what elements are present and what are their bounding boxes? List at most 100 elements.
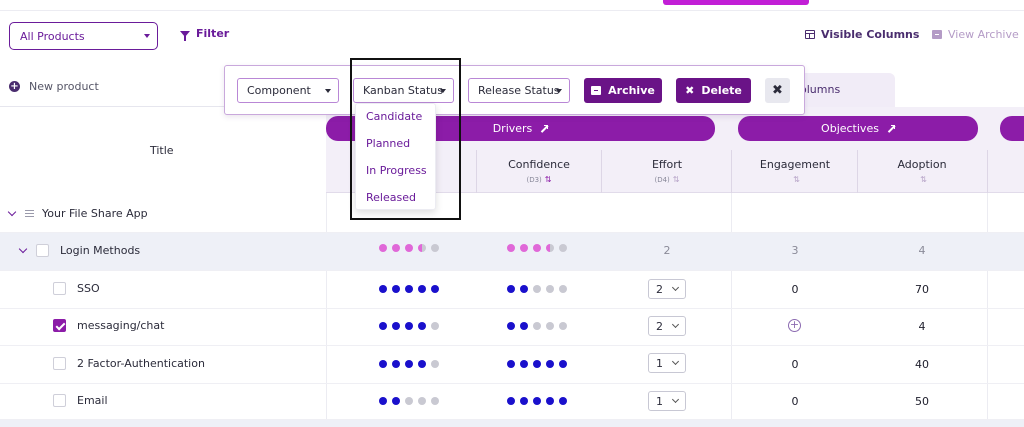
rating-dot — [431, 285, 439, 293]
effort-stepper-value: 1 — [656, 356, 663, 370]
rating-dot — [431, 360, 439, 368]
rating-dot — [507, 397, 515, 405]
sort-icon: ⇅ — [793, 175, 800, 184]
column-separator — [987, 150, 988, 193]
rating-dot — [431, 397, 439, 405]
effort-stepper[interactable]: 2 — [648, 279, 686, 299]
rating-dot — [546, 322, 554, 330]
title-column-header: Title — [150, 144, 174, 157]
chevron-down-icon — [671, 357, 680, 366]
expand-icon[interactable] — [887, 124, 895, 133]
effort-column-code[interactable]: (D4) ⇅ — [617, 175, 717, 184]
table-row[interactable]: Your File Share App — [7, 207, 148, 220]
chevron-down-icon[interactable] — [7, 207, 17, 217]
effort-column-header[interactable]: Effort — [617, 158, 717, 171]
chevron-down-icon — [144, 34, 150, 38]
filter-label: Filter — [196, 27, 230, 40]
component-select[interactable]: Component — [237, 78, 339, 103]
column-divider — [987, 193, 988, 427]
chevron-down-icon — [671, 395, 680, 404]
engagement-sort[interactable]: ⇅ — [745, 175, 845, 184]
rating-dot — [533, 244, 541, 252]
close-toolbar-button[interactable]: ✖ — [765, 78, 790, 103]
archive-button-label: Archive — [608, 84, 655, 97]
column-separator — [476, 150, 477, 193]
row-divider — [0, 345, 1024, 346]
product-select[interactable]: All Products — [9, 22, 158, 50]
chevron-down-icon[interactable] — [18, 244, 28, 254]
filter-icon — [180, 30, 190, 41]
rating-dot — [392, 285, 400, 293]
confidence-rating — [507, 285, 567, 293]
row-checkbox[interactable] — [53, 319, 66, 332]
view-archive-button[interactable]: View Archive — [932, 28, 1019, 41]
add-engagement-icon[interactable]: + — [788, 319, 801, 332]
expand-icon[interactable] — [540, 124, 549, 133]
engagement-value: 0 — [791, 395, 799, 408]
effort-stepper-value: 2 — [656, 282, 663, 296]
objectives-group-header[interactable]: Objectives — [738, 116, 978, 141]
rating-dot — [546, 360, 554, 368]
confidence-rating — [507, 397, 567, 405]
rating-dot — [392, 322, 400, 330]
effort-stepper[interactable]: 1 — [648, 391, 686, 411]
row-checkbox[interactable] — [36, 244, 49, 257]
column-divider — [326, 193, 327, 427]
rating-dot — [392, 244, 400, 252]
rating-dot — [418, 244, 426, 252]
archive-icon — [932, 30, 942, 39]
column-separator — [857, 150, 858, 193]
drivers-a-rating — [379, 322, 439, 330]
engagement-value: 0 — [791, 283, 799, 296]
table-row[interactable]: Email — [53, 394, 108, 407]
rating-dot — [559, 244, 567, 252]
row-checkbox[interactable] — [53, 394, 66, 407]
rating-dot — [405, 285, 413, 293]
table-row[interactable]: Login Methods — [18, 244, 140, 257]
delete-button[interactable]: ✖ Delete — [676, 78, 751, 103]
release-status-select[interactable]: Release Status — [468, 78, 570, 103]
adoption-sort[interactable]: ⇅ — [872, 175, 972, 184]
next-group-header[interactable] — [1000, 116, 1024, 141]
rating-dot — [405, 360, 413, 368]
row-title: messaging/chat — [77, 319, 165, 332]
rating-dot — [379, 285, 387, 293]
rating-dot — [431, 322, 439, 330]
effort-stepper[interactable]: 2 — [648, 316, 686, 336]
product-select-value: All Products — [20, 30, 85, 43]
view-archive-label: View Archive — [948, 28, 1019, 41]
effort-stepper[interactable]: 1 — [648, 353, 686, 373]
table-row[interactable]: messaging/chat — [53, 319, 164, 332]
component-select-label: Component — [247, 84, 311, 97]
rating-dot — [418, 397, 426, 405]
visible-columns-label: Visible Columns — [821, 28, 920, 41]
row-checkbox[interactable] — [53, 282, 66, 295]
adoption-value: 4 — [918, 320, 926, 333]
header-divider — [0, 10, 1024, 11]
adoption-value: 4 — [918, 244, 926, 257]
confidence-rating — [507, 360, 567, 368]
column-separator — [601, 150, 602, 193]
confidence-column-header[interactable]: Confidence — [489, 158, 589, 171]
columns-icon — [805, 30, 815, 39]
engagement-column-header[interactable]: Engagement — [745, 158, 845, 171]
drivers-a-rating — [379, 285, 439, 293]
filter-button[interactable]: Filter — [180, 27, 230, 41]
archive-icon — [591, 86, 602, 95]
row-title: Email — [77, 394, 108, 407]
table-row[interactable]: 2 Factor-Authentication — [53, 357, 205, 370]
table-row[interactable]: SSO — [53, 282, 100, 295]
visible-columns-button[interactable]: Visible Columns — [805, 28, 919, 41]
rating-dot — [418, 322, 426, 330]
adoption-column-header[interactable]: Adoption — [872, 158, 972, 171]
row-checkbox[interactable] — [53, 357, 66, 370]
adoption-value: 40 — [915, 358, 929, 371]
row-title: 2 Factor-Authentication — [77, 357, 205, 370]
new-product-button[interactable]: + New product — [9, 80, 99, 93]
rating-dot — [379, 322, 387, 330]
archive-button[interactable]: Archive — [584, 78, 662, 103]
confidence-rating — [507, 244, 567, 252]
confidence-rating — [507, 322, 567, 330]
rating-dot — [507, 244, 515, 252]
confidence-column-code[interactable]: (D3) ⇅ — [489, 175, 589, 184]
